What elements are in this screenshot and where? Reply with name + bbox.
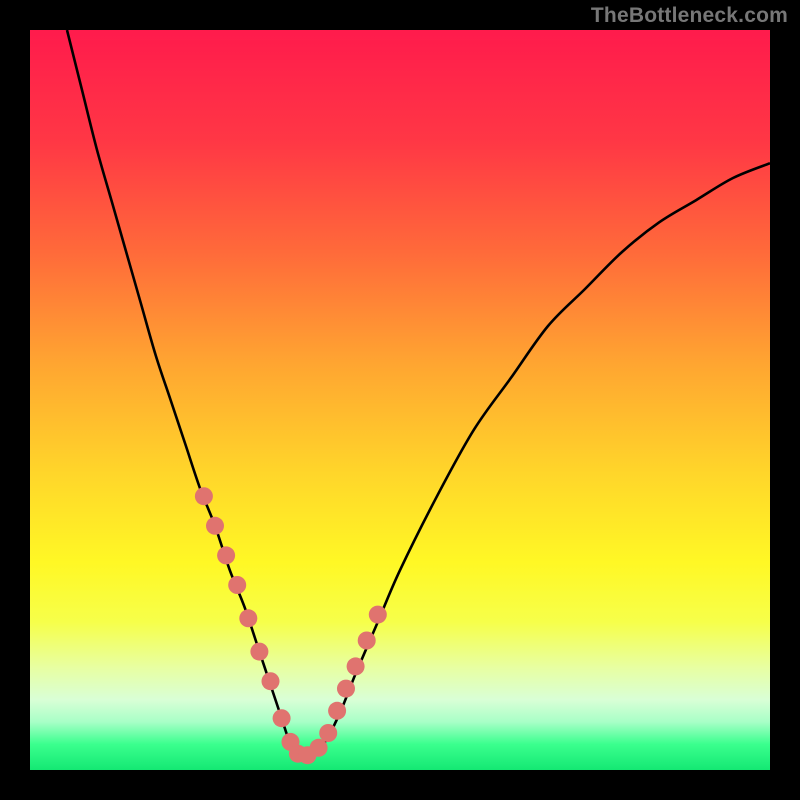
curve-marker [239,609,257,627]
curve-marker [206,517,224,535]
curve-layer [30,30,770,770]
marker-group [195,487,387,764]
curve-marker [195,487,213,505]
curve-marker [358,632,376,650]
bottleneck-curve [67,30,770,757]
curve-marker [273,709,291,727]
curve-marker [262,672,280,690]
curve-marker [217,546,235,564]
chart-frame: TheBottleneck.com [0,0,800,800]
curve-marker [250,643,268,661]
curve-marker [228,576,246,594]
curve-marker [319,724,337,742]
curve-marker [347,657,365,675]
plot-area [30,30,770,770]
curve-marker [369,606,387,624]
curve-marker [337,680,355,698]
watermark-text: TheBottleneck.com [591,4,788,28]
curve-marker [328,702,346,720]
curve-marker [310,739,328,757]
